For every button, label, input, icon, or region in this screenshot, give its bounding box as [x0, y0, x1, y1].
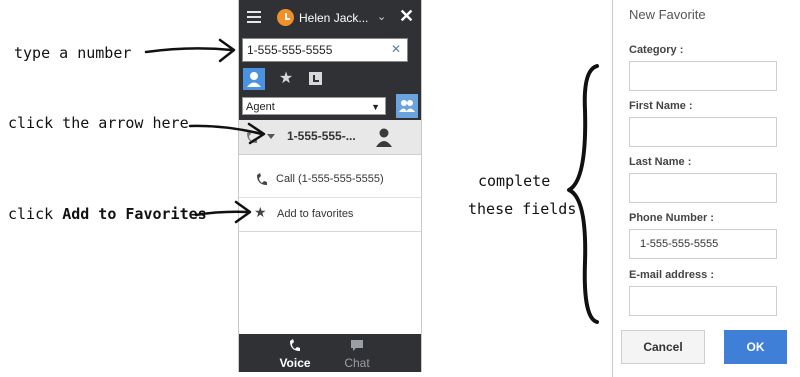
phone-icon [247, 131, 257, 143]
category-field[interactable] [629, 61, 777, 91]
dialog-title: New Favorite [629, 7, 706, 22]
add-to-favorites-menu-item[interactable]: ★ Add to favorites [239, 198, 421, 230]
filter-people-button[interactable] [396, 94, 418, 118]
contact-person-icon [376, 128, 392, 147]
first-name-field[interactable] [629, 117, 777, 147]
status-clock-icon[interactable] [277, 9, 294, 26]
search-input[interactable] [242, 38, 408, 62]
agent-select-value: Agent [246, 101, 275, 113]
hamburger-menu-icon[interactable] [247, 9, 261, 27]
last-name-label: Last Name : [629, 156, 692, 168]
arrow-to-search [144, 47, 234, 54]
annotation-click-prefix: click [8, 205, 54, 223]
team-directory-tab[interactable] [243, 68, 265, 90]
add-to-favorites-label: Add to favorites [277, 208, 354, 220]
result-action-menu: Call (1-555-555-5555) ★ Add to favorites [239, 155, 421, 232]
category-label: Category : [629, 44, 684, 56]
panel-header: Helen Jack... ⌄ ✕ [239, 0, 421, 36]
result-arrow-caret[interactable] [267, 134, 275, 139]
agent-type-select[interactable]: Agent ▼ [242, 97, 386, 115]
cancel-button[interactable]: Cancel [621, 330, 705, 364]
annotation-complete: complete [478, 172, 551, 190]
phone-icon [290, 339, 300, 351]
email-label: E-mail address : [629, 269, 714, 281]
annotation-add-to-favorites: Add to Favorites [62, 205, 207, 223]
people-icon [399, 100, 415, 112]
last-name-field[interactable] [629, 173, 777, 203]
phone-number-label: Phone Number : [629, 212, 714, 224]
voice-tab[interactable]: Voice [269, 334, 321, 372]
clear-search-icon[interactable]: ✕ [391, 42, 401, 56]
call-menu-item[interactable]: Call (1-555-555-5555) [239, 163, 421, 198]
star-plus-icon: ★ [254, 204, 267, 220]
voice-tab-label: Voice [279, 356, 311, 370]
phone-icon [257, 173, 267, 185]
annotation-type-number: type a number [14, 44, 132, 62]
phone-number-field[interactable]: 1-555-555-5555 [629, 229, 777, 259]
channel-tabs: Voice Chat [239, 334, 421, 372]
annotation-click-arrow: click the arrow here [8, 114, 189, 132]
call-menu-label: Call (1-555-555-5555) [276, 173, 384, 185]
chevron-down-icon[interactable]: ⌄ [377, 10, 386, 23]
directory-tabs: ★ [239, 66, 421, 94]
agent-name[interactable]: Helen Jack... [299, 11, 368, 25]
dropdown-arrow-icon: ▼ [371, 102, 380, 112]
new-favorite-dialog: New Favorite Category : First Name : Las… [612, 0, 800, 377]
annotation-these-fields: these fields [468, 200, 577, 218]
email-field[interactable] [629, 286, 777, 316]
annotation-click-add: click Add to Favorites [8, 205, 207, 223]
agent-panel: Helen Jack... ⌄ ✕ ✕ ★ Agent ▼ [238, 0, 422, 372]
close-icon[interactable]: ✕ [399, 6, 414, 27]
curly-brace [567, 64, 599, 324]
chat-bubble-icon [351, 340, 363, 351]
chat-tab-label: Chat [344, 356, 370, 370]
chat-tab[interactable]: Chat [331, 334, 383, 372]
search-result-row[interactable]: 1-555-555-... [239, 120, 421, 155]
first-name-label: First Name : [629, 100, 693, 112]
person-icon [247, 72, 261, 87]
filter-bar: Agent ▼ [239, 94, 421, 120]
search-bar: ✕ [239, 36, 421, 66]
result-number: 1-555-555-... [287, 129, 356, 143]
favorites-tab-star-icon[interactable]: ★ [275, 68, 297, 90]
recent-tab-icon[interactable] [305, 68, 327, 90]
ok-button[interactable]: OK [724, 330, 787, 364]
